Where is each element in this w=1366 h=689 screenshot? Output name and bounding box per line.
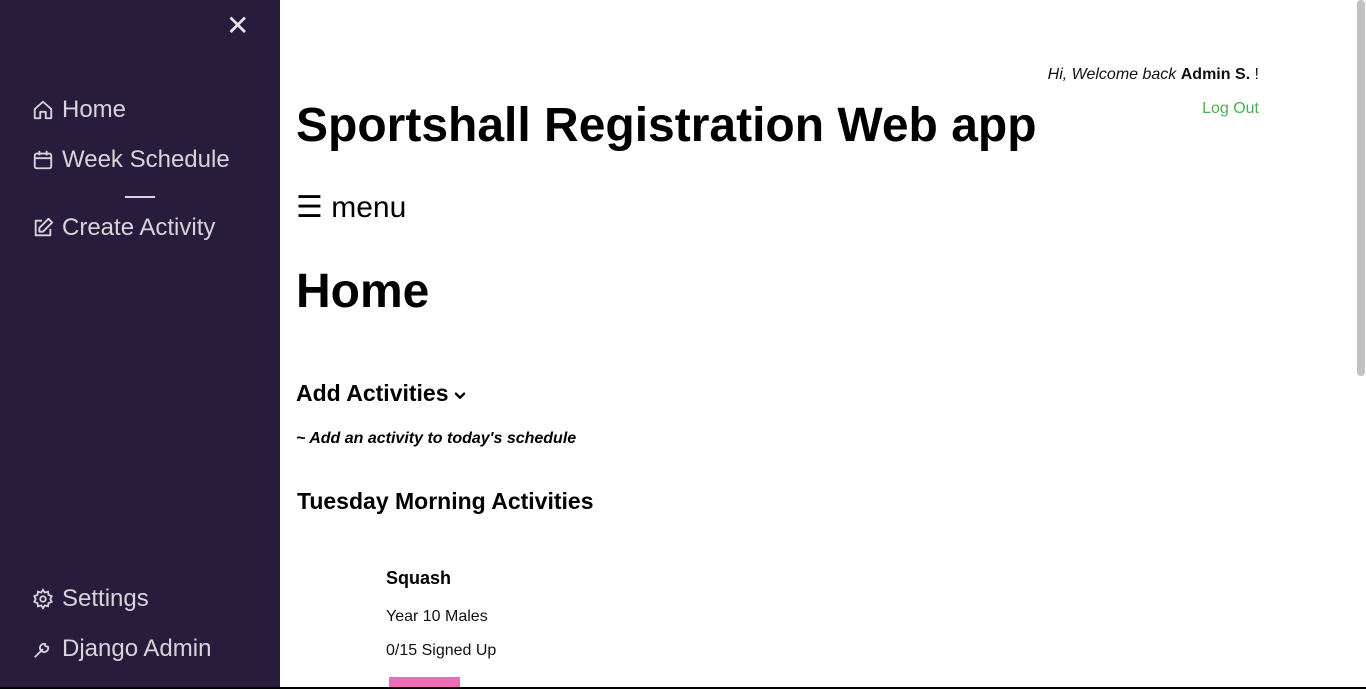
sidebar-item-label: Django Admin bbox=[62, 635, 212, 662]
close-icon[interactable]: ✕ bbox=[226, 12, 249, 40]
chevron-down-icon bbox=[454, 392, 465, 399]
calendar-icon bbox=[32, 149, 54, 171]
add-activities-toggle[interactable]: Add Activities bbox=[296, 380, 467, 407]
main-content: Hi, Welcome back Admin S. ! Log Out Spor… bbox=[280, 0, 1357, 687]
add-activities-label: Add Activities bbox=[296, 380, 449, 406]
app-title: Sportshall Registration Web app bbox=[296, 99, 1037, 152]
sidebar-item-settings[interactable]: Settings bbox=[32, 585, 149, 613]
welcome-prefix: Hi, Welcome back bbox=[1047, 66, 1177, 83]
sidebar-item-label: Create Activity bbox=[62, 214, 216, 241]
sidebar-item-django-admin[interactable]: Django Admin bbox=[32, 635, 211, 663]
user-name: Admin S. bbox=[1180, 66, 1251, 83]
menu-toggle-button[interactable]: ☰ menu bbox=[296, 190, 406, 225]
logout-link[interactable]: Log Out bbox=[1202, 100, 1259, 118]
welcome-message: Hi, Welcome back Admin S. ! bbox=[1048, 66, 1259, 84]
sidebar-item-label: Settings bbox=[62, 585, 149, 612]
wrench-icon bbox=[32, 638, 54, 660]
sidebar-item-label: Home bbox=[62, 96, 127, 123]
gear-icon bbox=[32, 588, 54, 610]
add-activities-subtitle: ~ Add an activity to today's schedule bbox=[296, 430, 577, 447]
sidebar-divider bbox=[125, 196, 155, 198]
home-icon bbox=[32, 99, 54, 121]
section-title: Tuesday Morning Activities bbox=[297, 488, 594, 514]
activity-name: Squash bbox=[386, 568, 452, 588]
sidebar-item-label: Week Schedule bbox=[62, 146, 230, 173]
sign-up-button[interactable] bbox=[389, 677, 460, 687]
scrollbar-thumb[interactable] bbox=[1357, 0, 1365, 376]
sidebar-item-week-schedule[interactable]: Week Schedule bbox=[32, 146, 230, 174]
sidebar: ✕ Home Week Schedule Create Activity Set… bbox=[0, 0, 280, 687]
sidebar-item-home[interactable]: Home bbox=[32, 96, 126, 124]
welcome-suffix: ! bbox=[1254, 66, 1259, 83]
edit-icon bbox=[32, 217, 54, 239]
page-title: Home bbox=[296, 265, 430, 318]
activity-signups: 0/15 Signed Up bbox=[386, 642, 497, 659]
activity-group: Year 10 Males bbox=[386, 608, 488, 625]
sidebar-item-create-activity[interactable]: Create Activity bbox=[32, 214, 215, 242]
